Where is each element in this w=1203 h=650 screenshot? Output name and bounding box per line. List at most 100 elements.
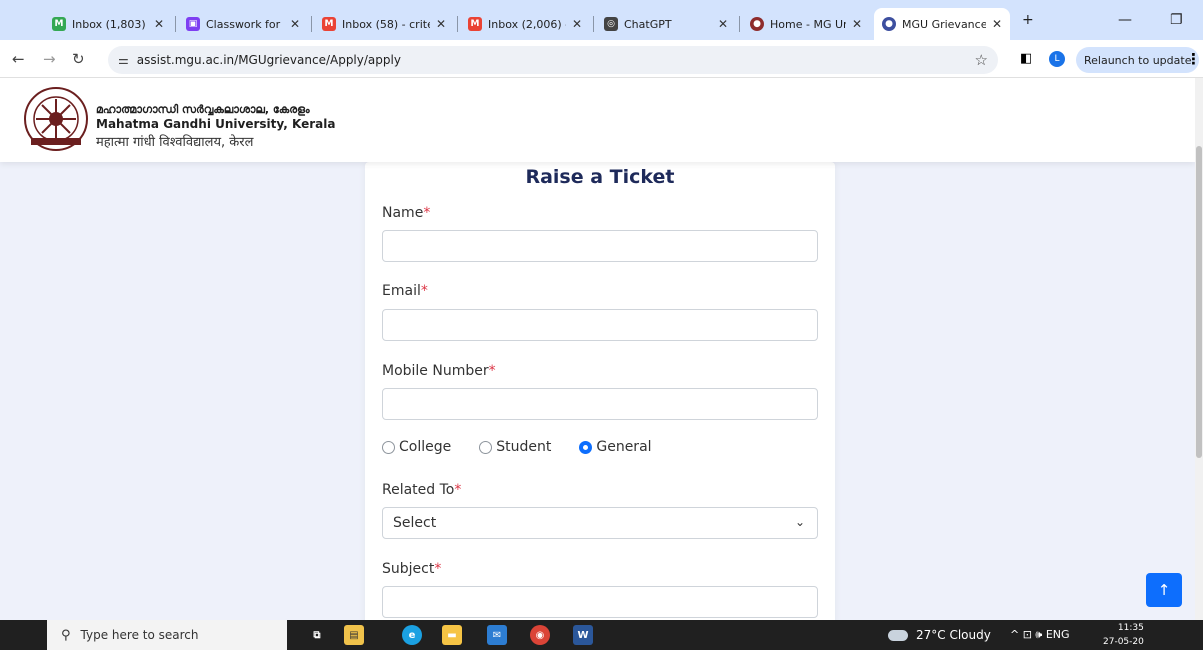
- tab-title: Classwork for 6t: [206, 17, 284, 31]
- name-label: Name*: [382, 205, 431, 221]
- university-name-english: Mahatma Gandhi University, Kerala: [96, 117, 336, 131]
- cloud-icon: [888, 629, 908, 641]
- university-name-malayalam: മഹാത്മാഗാന്ധി സർവ്വകലാശാല, കേരളം: [96, 103, 310, 116]
- close-tab-icon[interactable]: ✕: [154, 17, 164, 31]
- related-to-label: Related To*: [382, 482, 462, 498]
- email-input[interactable]: [382, 309, 818, 341]
- close-tab-icon[interactable]: ✕: [852, 17, 862, 31]
- new-tab-button[interactable]: +: [1022, 12, 1034, 28]
- mail-icon[interactable]: ✉: [487, 625, 507, 645]
- bookmark-star-icon[interactable]: ☆: [975, 51, 988, 69]
- file-explorer-icon[interactable]: ▬: [442, 625, 462, 645]
- name-input[interactable]: [382, 230, 818, 262]
- tab-title: MGU Grievance: [902, 17, 986, 31]
- tab-gmail-inbox-2[interactable]: M Inbox (58) - crite ✕: [314, 8, 454, 40]
- tab-title: Inbox (2,006) - lı: [488, 17, 566, 31]
- scroll-to-top-button[interactable]: ↑: [1146, 573, 1182, 607]
- university-icon: ●: [750, 17, 764, 31]
- close-tab-icon[interactable]: ✕: [290, 17, 300, 31]
- restore-button[interactable]: ❐: [1170, 12, 1183, 28]
- tab-title: ChatGPT: [624, 17, 672, 31]
- select-value: Select: [393, 515, 437, 531]
- close-tab-icon[interactable]: ✕: [992, 17, 1002, 31]
- word-icon[interactable]: W: [573, 625, 593, 645]
- required-mark: *: [488, 363, 496, 379]
- tab-classroom[interactable]: ▣ Classwork for 6t ✕: [178, 8, 308, 40]
- classroom-icon: ▣: [186, 17, 200, 31]
- tab-gmail-inbox-1[interactable]: M Inbox (1,803) - lı ✕: [44, 8, 172, 40]
- clock-date: 27-05-20: [1103, 637, 1144, 647]
- required-mark: *: [420, 283, 428, 299]
- tab-title: Inbox (58) - crite: [342, 17, 430, 31]
- required-mark: *: [434, 561, 442, 577]
- radio-student[interactable]: Student: [479, 439, 551, 455]
- windows-taskbar: ⚲ Type here to search ⧉ ▤ e ▬ ✉ ◉ W 27°C…: [0, 620, 1203, 650]
- store-icon[interactable]: ▤: [344, 625, 364, 645]
- url-text: assist.mgu.ac.in/MGUgrievance/Apply/appl…: [136, 53, 401, 67]
- gmail-icon: M: [322, 17, 336, 31]
- close-tab-icon[interactable]: ✕: [436, 17, 446, 31]
- weather-text: 27°C Cloudy: [916, 628, 991, 642]
- page-scrollbar[interactable]: [1195, 78, 1203, 620]
- tab-title: Home - MG Univ: [770, 17, 846, 31]
- site-settings-icon[interactable]: ⚌: [118, 53, 129, 67]
- site-header: മഹാത്മാഗാന്ധി സർവ്വകലാശാല, കേരളം Mahatma…: [0, 78, 1195, 162]
- category-radio-group: College Student General: [382, 439, 680, 455]
- required-mark: *: [454, 482, 462, 498]
- radio-general[interactable]: General: [579, 439, 652, 455]
- radio-circle[interactable]: [479, 440, 493, 454]
- subject-label: Subject*: [382, 561, 442, 577]
- tab-strip: M Inbox (1,803) - lı ✕ ▣ Classwork for 6…: [0, 0, 1203, 40]
- clock[interactable]: 11:35 27-05-20: [1103, 621, 1144, 649]
- radio-label: Student: [496, 439, 552, 455]
- chatgpt-icon: ◎: [604, 17, 618, 31]
- close-tab-icon[interactable]: ✕: [572, 17, 582, 31]
- ticket-form: Raise a Ticket Name* Email* Mobile Numbe…: [365, 162, 835, 620]
- address-bar[interactable]: ⚌ assist.mgu.ac.in/MGUgrievance/Apply/ap…: [108, 46, 998, 74]
- subject-input[interactable]: [382, 586, 818, 618]
- tab-mg-home[interactable]: ● Home - MG Univ ✕: [742, 8, 870, 40]
- university-logo: [24, 87, 88, 151]
- menu-icon[interactable]: ⋮: [1186, 50, 1201, 68]
- tab-chatgpt[interactable]: ◎ ChatGPT ✕: [596, 8, 736, 40]
- weather-widget[interactable]: 27°C Cloudy: [888, 628, 991, 642]
- profile-button[interactable]: L: [1049, 51, 1065, 67]
- email-label: Email*: [382, 283, 428, 299]
- required-mark: *: [423, 205, 431, 221]
- system-tray[interactable]: ^ ⊡ 🕪 ENG: [1010, 628, 1070, 642]
- forward-button[interactable]: →: [43, 50, 56, 68]
- tab-mgu-grievance[interactable]: ● MGU Grievance ✕: [874, 8, 1010, 40]
- minimize-button[interactable]: —: [1118, 12, 1132, 28]
- browser-toolbar: ← → ↻ ⚌ assist.mgu.ac.in/MGUgrievance/Ap…: [0, 40, 1203, 78]
- radio-label: General: [596, 439, 652, 455]
- tab-title: Inbox (1,803) - lı: [72, 17, 148, 31]
- side-panel-icon[interactable]: ◧: [1020, 51, 1032, 66]
- chevron-down-icon: ⌄: [794, 515, 805, 529]
- search-icon: ⚲: [61, 627, 71, 643]
- mobile-input[interactable]: [382, 388, 818, 420]
- search-placeholder: Type here to search: [80, 628, 199, 642]
- mobile-label: Mobile Number*: [382, 363, 496, 379]
- radio-circle-selected[interactable]: [579, 440, 593, 454]
- radio-college[interactable]: College: [382, 439, 451, 455]
- radio-label: College: [399, 439, 452, 455]
- task-view-icon[interactable]: ⧉: [307, 625, 327, 645]
- edge-icon[interactable]: e: [402, 625, 422, 645]
- form-title: Raise a Ticket: [525, 166, 675, 188]
- radio-circle[interactable]: [382, 440, 395, 454]
- tab-gmail-inbox-3[interactable]: M Inbox (2,006) - lı ✕: [460, 8, 590, 40]
- university-name-hindi: महात्मा गांधी विश्वविद्यालय, केरल: [96, 135, 254, 150]
- chrome-icon[interactable]: ◉: [530, 625, 550, 645]
- relaunch-button[interactable]: Relaunch to update: [1076, 47, 1200, 73]
- avatar: L: [1049, 51, 1065, 67]
- scrollbar-thumb[interactable]: [1196, 146, 1202, 458]
- arrow-up-icon: ↑: [1157, 581, 1171, 599]
- back-button[interactable]: ←: [12, 50, 25, 68]
- taskbar-search[interactable]: ⚲ Type here to search: [47, 620, 287, 650]
- gmail-icon: M: [52, 17, 66, 31]
- reload-button[interactable]: ↻: [72, 50, 85, 68]
- page-content: മഹാത്മാഗാന്ധി സർവ്വകലാശാല, കേരളം Mahatma…: [0, 78, 1195, 620]
- gmail-icon: M: [468, 17, 482, 31]
- related-to-select[interactable]: Select ⌄: [382, 507, 818, 539]
- close-tab-icon[interactable]: ✕: [718, 17, 728, 31]
